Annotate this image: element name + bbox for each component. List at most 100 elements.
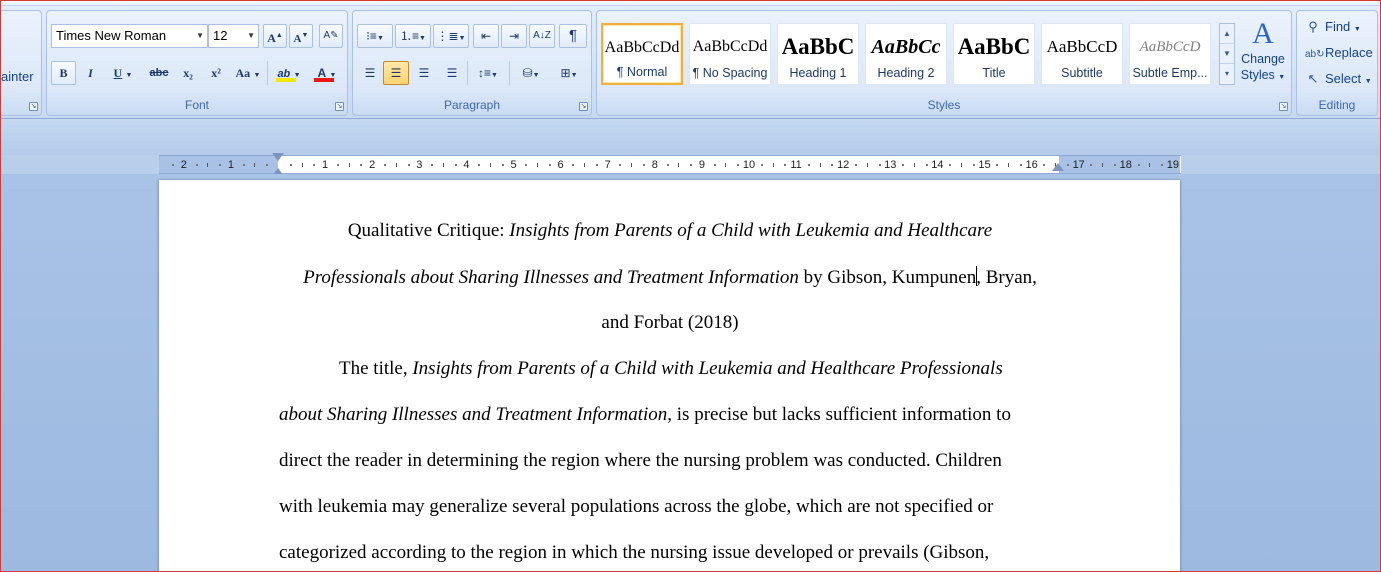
bullets-button[interactable]: ⁝≡▼ bbox=[357, 24, 393, 48]
style-heading-2[interactable]: AaBbCc Heading 2 bbox=[865, 23, 947, 85]
right-indent-marker[interactable] bbox=[1052, 163, 1064, 171]
line-spacing-button[interactable]: ↕≡▼ bbox=[471, 61, 505, 85]
ruler-dot bbox=[525, 164, 528, 166]
style-preview: AaBbCc bbox=[871, 36, 941, 58]
increase-indent-button[interactable]: ⇥ bbox=[501, 24, 527, 48]
align-right-icon: ☰ bbox=[418, 66, 430, 80]
body-text: The title, bbox=[339, 358, 413, 379]
ruler-number: 2 bbox=[180, 159, 187, 171]
highlight-button[interactable]: ab ▼ bbox=[271, 61, 307, 85]
find-label: Find bbox=[1325, 19, 1351, 34]
replace-button[interactable]: ab↻Replace bbox=[1305, 43, 1373, 63]
ruler-dot bbox=[454, 164, 457, 166]
align-left-button[interactable]: ☰ bbox=[357, 61, 383, 85]
style-title[interactable]: AaBbC Title bbox=[953, 23, 1035, 85]
ruler-number: 1 bbox=[322, 159, 329, 171]
ruler-dot bbox=[336, 164, 339, 166]
superscript-button[interactable]: x² bbox=[203, 61, 229, 85]
font-dialog-launcher-icon[interactable]: ↘ bbox=[335, 102, 344, 111]
font-group-label: Font bbox=[184, 98, 209, 112]
bold-button[interactable]: B bbox=[51, 61, 76, 85]
styles-dialog-launcher-icon[interactable]: ↘ bbox=[1279, 102, 1288, 111]
chevron-down-icon: ▼ bbox=[532, 72, 540, 79]
title-italic-text: Insights from Parents of a Child with Le… bbox=[509, 220, 993, 241]
styles-group: AaBbCcDd ¶ Normal AaBbCcDd ¶ No Spacing … bbox=[596, 10, 1292, 116]
bold-icon: B bbox=[59, 66, 68, 80]
paragraph-dialog-launcher-icon[interactable]: ↘ bbox=[579, 102, 588, 111]
font-size-value: 12 bbox=[213, 28, 228, 43]
change-styles-icon: A bbox=[1252, 17, 1274, 50]
document-page[interactable]: Qualitative Critique: Insights from Pare… bbox=[159, 180, 1180, 572]
title-text: Qualitative Critique: bbox=[347, 220, 510, 241]
italic-button[interactable]: I bbox=[78, 61, 103, 85]
select-button[interactable]: ↖ Select ▼ bbox=[1305, 69, 1372, 89]
ruler-number: 11 bbox=[790, 159, 802, 171]
title-line-2: Professionals about Sharing Illnesses an… bbox=[303, 266, 1037, 288]
show-formatting-button[interactable]: ¶ bbox=[559, 24, 587, 48]
ruler-dot bbox=[831, 164, 834, 166]
ruler-dot bbox=[784, 164, 787, 166]
align-left-icon: ☰ bbox=[364, 66, 376, 80]
align-center-button[interactable]: ☰ bbox=[383, 61, 409, 85]
change-styles-button[interactable]: A Change Styles ▼ bbox=[1239, 17, 1287, 97]
font-color-swatch bbox=[314, 78, 334, 82]
scroll-up-icon[interactable]: ▲ bbox=[1220, 24, 1234, 44]
ruler-tick bbox=[254, 163, 256, 167]
chevron-down-icon: ▼ bbox=[1353, 26, 1361, 33]
grow-font-icon: A bbox=[267, 31, 276, 45]
decrease-indent-button[interactable]: ⇤ bbox=[473, 24, 499, 48]
shrink-font-button[interactable]: A▼ bbox=[289, 24, 313, 48]
align-right-button[interactable]: ☰ bbox=[411, 61, 437, 85]
ruler-tick bbox=[489, 163, 491, 167]
format-painter-label[interactable]: ainter bbox=[1, 69, 34, 84]
ruler-dot bbox=[925, 164, 928, 166]
style-heading-1[interactable]: AaBbC Heading 1 bbox=[777, 23, 859, 85]
underline-button[interactable]: U ▼ bbox=[105, 61, 141, 85]
sort-button[interactable]: A↓Z bbox=[529, 24, 555, 48]
font-color-button[interactable]: A ▼ bbox=[309, 61, 345, 85]
numbering-button[interactable]: ⒈≡▼ bbox=[395, 24, 431, 48]
multilevel-list-button[interactable]: ⋮≣▼ bbox=[433, 24, 469, 48]
superscript-icon: x² bbox=[211, 66, 221, 80]
font-size-combo[interactable]: 12 ▼ bbox=[208, 24, 259, 48]
find-button[interactable]: ⚲ Find ▼ bbox=[1305, 17, 1361, 37]
ruler-tick bbox=[913, 163, 915, 167]
horizontal-ruler[interactable]: 2 1 1 2 3 4 5 6 7 8 9 10 11 12 13 14 15 16 17 18 19 bbox=[159, 155, 1181, 174]
scroll-down-icon[interactable]: ▼ bbox=[1220, 44, 1234, 64]
separator bbox=[467, 61, 468, 85]
paragraph-group-label: Paragraph bbox=[443, 98, 501, 112]
ruler-number: 2 bbox=[369, 159, 376, 171]
gallery-more-icon[interactable]: ▾ bbox=[1220, 64, 1234, 84]
clipboard-launcher-icon[interactable]: ↘ bbox=[29, 102, 38, 111]
ruler-number: 18 bbox=[1119, 159, 1132, 171]
style-normal[interactable]: AaBbCcDd ¶ Normal bbox=[601, 23, 683, 85]
shading-button[interactable]: ⛁▼ bbox=[513, 61, 549, 85]
ruler-tick bbox=[725, 163, 727, 167]
subscript-button[interactable]: x₂ bbox=[175, 61, 201, 85]
style-subtle-emphasis[interactable]: AaBbCcD Subtle Emp... bbox=[1129, 23, 1211, 85]
ruler-dot bbox=[737, 164, 740, 166]
ruler-number: 16 bbox=[1025, 159, 1038, 171]
grow-font-button[interactable]: A▲ bbox=[263, 24, 287, 48]
styles-gallery-scroll[interactable]: ▲ ▼ ▾ bbox=[1219, 23, 1235, 85]
clear-formatting-icon: A✎ bbox=[323, 30, 339, 41]
font-name-combo[interactable]: Times New Roman ▼ bbox=[51, 24, 208, 48]
ruler-dot bbox=[501, 164, 504, 166]
ruler-number: 4 bbox=[463, 159, 470, 171]
style-name: ¶ Normal bbox=[616, 65, 668, 79]
borders-button[interactable]: ⊞▼ bbox=[551, 61, 587, 85]
ruler-tick bbox=[1008, 163, 1010, 167]
body-text: , is precise but lacks sufficient inform… bbox=[667, 404, 1011, 425]
justify-button[interactable]: ☰ bbox=[439, 61, 465, 85]
ruler-dot bbox=[383, 164, 386, 166]
strikethrough-button[interactable]: abc bbox=[145, 61, 173, 85]
ruler-number: 7 bbox=[604, 159, 611, 171]
chevron-down-icon: ▼ bbox=[1364, 78, 1372, 85]
ruler-dot bbox=[1019, 164, 1022, 166]
ruler-dot bbox=[807, 164, 810, 166]
first-line-indent-marker[interactable] bbox=[272, 153, 284, 161]
change-case-button[interactable]: Aa ▼ bbox=[231, 61, 265, 85]
clear-formatting-button[interactable]: A✎ bbox=[319, 24, 343, 48]
style-no-spacing[interactable]: AaBbCcDd ¶ No Spacing bbox=[689, 23, 771, 85]
style-subtitle[interactable]: AaBbCcD Subtitle bbox=[1041, 23, 1123, 85]
